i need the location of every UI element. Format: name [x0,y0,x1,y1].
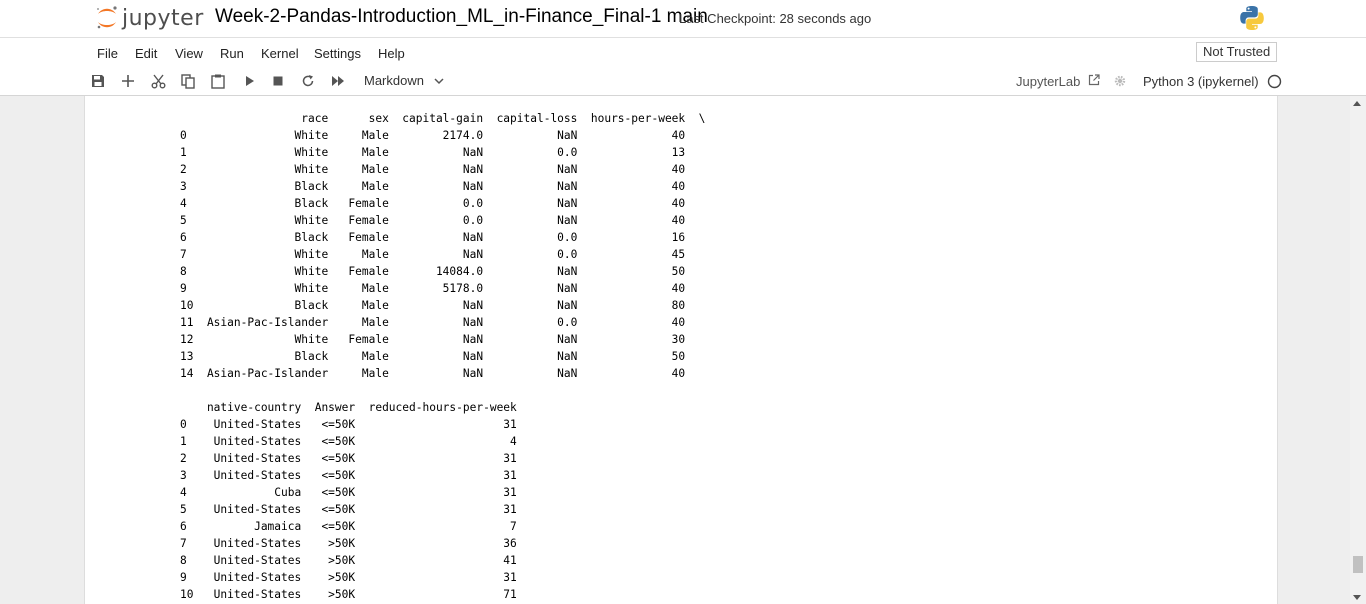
save-icon[interactable] [90,73,106,89]
open-jupyterlab-link[interactable]: JupyterLab [1016,74,1100,89]
table1-row: 5 White Female 0.0 NaN 40 [180,214,686,227]
python-logo-icon [1238,4,1266,37]
paste-icon[interactable] [210,73,226,89]
menu-edit[interactable]: Edit [135,46,157,61]
table1-row: 14 Asian-Pac-Islander Male NaN NaN 40 [180,367,686,380]
notebook-title[interactable]: Week-2-Pandas-Introduction_ML_in-Finance… [215,6,708,28]
jupyter-logo[interactable]: jupyter [95,3,204,33]
menu-run[interactable]: Run [220,46,244,61]
jupyter-logo-icon [95,5,119,31]
trust-status-button[interactable]: Not Trusted [1196,42,1278,62]
table2-row: 7 United-States >50K 36 [180,537,517,550]
table2-row: 1 United-States <=50K 4 [180,435,517,448]
table1-row: 13 Black Male NaN NaN 50 [180,350,686,363]
kernel-status-icon [1266,73,1282,89]
vertical-scrollbar[interactable] [1350,96,1366,604]
table1-row: 9 White Male 5178.0 NaN 40 [180,282,686,295]
table2-row: 10 United-States >50K 71 [180,588,517,601]
table1-row: 12 White Female NaN NaN 30 [180,333,686,346]
cell-output: race sex capital-gain capital-loss hours… [180,110,705,603]
fast-forward-icon[interactable] [330,73,346,89]
menu-view[interactable]: View [175,46,203,61]
notebook-panel[interactable]: race sex capital-gain capital-loss hours… [84,96,1278,604]
table2-row: 9 United-States >50K 31 [180,571,517,584]
scroll-down-icon[interactable] [1353,595,1361,600]
jupyter-logo-text: jupyter [122,5,204,31]
stop-icon[interactable] [270,73,286,89]
menu-file[interactable]: File [97,46,118,61]
table2-row: 4 Cuba <=50K 31 [180,486,517,499]
cut-icon[interactable] [150,73,166,89]
table1-row: 3 Black Male NaN NaN 40 [180,180,686,193]
table1-row: 7 White Male NaN 0.0 45 [180,248,686,261]
cell-type-select[interactable]: Markdown [364,73,444,88]
notebook-toolbar: Markdown JupyterLab Python 3 (ipykernel) [0,67,1366,96]
last-checkpoint: Last Checkpoint: 28 seconds ago [679,11,872,26]
table2-row: 5 United-States <=50K 31 [180,503,517,516]
jupyterlab-label: JupyterLab [1016,74,1081,89]
copy-icon[interactable] [180,73,196,89]
table1-row: 4 Black Female 0.0 NaN 40 [180,197,686,210]
table2-row: 2 United-States <=50K 31 [180,452,517,465]
menu-bar: File Edit View Run Kernel Settings Help … [0,37,1366,68]
table1-header: race sex capital-gain capital-loss hours… [180,112,706,125]
table1-row: 8 White Female 14084.0 NaN 50 [180,265,686,278]
notebook-header: jupyter Week-2-Pandas-Introduction_ML_in… [0,0,1366,37]
table1-row: 2 White Male NaN NaN 40 [180,163,686,176]
gear-icon[interactable] [1112,73,1128,89]
scrollbar-thumb[interactable] [1353,556,1363,573]
table1-row: 1 White Male NaN 0.0 13 [180,146,686,159]
restart-icon[interactable] [300,73,316,89]
table2-row: 6 Jamaica <=50K 7 [180,520,517,533]
add-cell-icon[interactable] [120,73,136,89]
cell-type-label: Markdown [364,73,424,88]
kernel-name[interactable]: Python 3 (ipykernel) [1143,74,1259,89]
table2-row: 3 United-States <=50K 31 [180,469,517,482]
table1-row: 10 Black Male NaN NaN 80 [180,299,686,312]
menu-kernel[interactable]: Kernel [261,46,299,61]
table1-row: 6 Black Female NaN 0.0 16 [180,231,686,244]
table1-row: 11 Asian-Pac-Islander Male NaN 0.0 40 [180,316,686,329]
table1-row: 0 White Male 2174.0 NaN 40 [180,129,686,142]
table2-row: 8 United-States >50K 41 [180,554,517,567]
scroll-up-icon[interactable] [1353,101,1361,106]
table2-row: 0 United-States <=50K 31 [180,418,517,431]
run-icon[interactable] [241,73,257,89]
menu-settings[interactable]: Settings [314,46,361,61]
table2-header: native-country Answer reduced-hours-per-… [180,401,517,414]
menu-help[interactable]: Help [378,46,405,61]
chevron-down-icon [434,73,444,88]
external-link-icon [1088,74,1100,89]
